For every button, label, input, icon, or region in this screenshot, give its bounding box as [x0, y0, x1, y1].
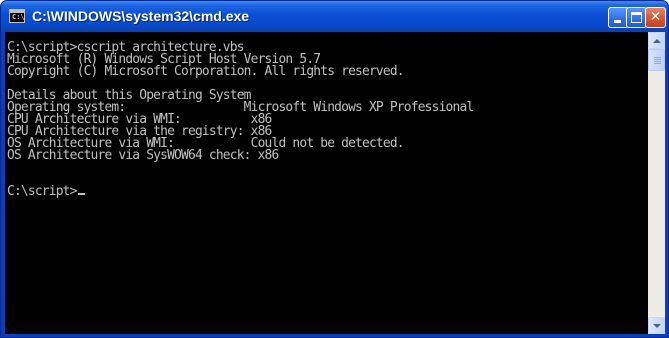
scroll-up-button[interactable] — [648, 32, 665, 49]
maximize-icon — [631, 12, 642, 23]
prompt-line: C:\script> — [7, 184, 473, 199]
scroll-down-button[interactable] — [648, 317, 665, 334]
cmd-icon-label: C:\ — [12, 13, 25, 21]
console-text: C:\script>cscript architecture.vbs Micros… — [7, 41, 474, 199]
console-output-area[interactable]: C:\script>cscript architecture.vbs Micros… — [5, 32, 648, 334]
maximize-button[interactable] — [626, 7, 647, 28]
close-icon: ✕ — [649, 9, 662, 25]
close-button[interactable]: ✕ — [645, 7, 666, 28]
console-line: Copyright (C) Microsoft Corporation. All… — [7, 64, 405, 79]
arrow-up-icon — [653, 39, 661, 43]
text-cursor — [77, 193, 85, 195]
minimize-icon — [614, 20, 621, 23]
arrow-down-icon — [653, 324, 661, 328]
title-bar[interactable]: C:\ C:\WINDOWS\system32\cmd.exe ✕ — [1, 1, 668, 32]
prompt-text: C:\script> — [7, 184, 77, 199]
cmd-icon[interactable]: C:\ — [9, 9, 25, 23]
vertical-scrollbar[interactable] — [648, 32, 665, 334]
console-line: OS Architecture via SysWOW64 check: x86 — [7, 148, 279, 163]
console-window: C:\ C:\WINDOWS\system32\cmd.exe ✕ C:\scr… — [0, 0, 669, 338]
window-title: C:\WINDOWS\system32\cmd.exe — [32, 8, 250, 24]
scroll-thumb[interactable] — [648, 49, 665, 71]
